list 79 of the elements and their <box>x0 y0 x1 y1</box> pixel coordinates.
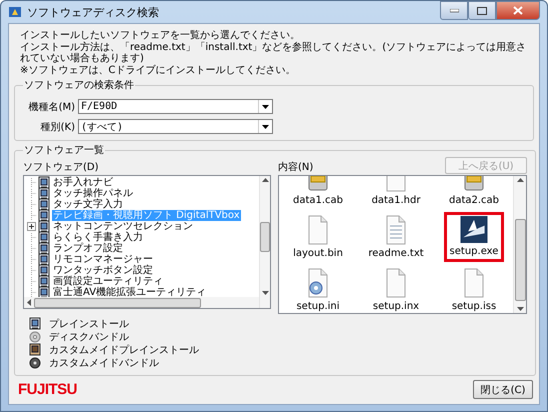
scroll-thumb[interactable] <box>260 222 270 252</box>
gear-file-icon <box>306 268 330 298</box>
legend-label: カスタムメイドバンドル <box>49 356 159 370</box>
field-label: 機種名(M) <box>28 100 75 114</box>
computer-icon <box>38 231 50 244</box>
close-button[interactable] <box>496 1 540 20</box>
highlighted-file[interactable]: setup.exe <box>444 212 504 262</box>
installer-icon <box>460 216 488 243</box>
scroll-down-icon[interactable] <box>262 289 268 297</box>
file-item[interactable]: data1.cab <box>290 176 346 209</box>
legend-label: プレインストール <box>49 318 129 330</box>
disc-icon <box>29 356 41 368</box>
scroll-up-icon[interactable] <box>262 176 268 184</box>
disc-icon <box>29 330 41 342</box>
file-icon <box>384 268 408 298</box>
dropdown-field[interactable]: F/E90D <box>78 99 273 114</box>
window-title: ソフトウェアディスク検索 <box>27 4 159 20</box>
computer-icon <box>29 343 41 356</box>
list-label: ソフトウェア(D) <box>23 161 99 174</box>
scroll-down-icon[interactable] <box>516 305 524 313</box>
tree-item[interactable]: タッチ操作パネル <box>52 188 134 199</box>
group-title: ソフトウェアの検索条件 <box>23 78 135 92</box>
scroll-thumb[interactable] <box>514 218 526 300</box>
tree-item[interactable]: 富士通AV機能拡張ユーティリティ <box>52 287 208 297</box>
instruction-text: インストール方法は、「readme.txt」「install.txt」などを参照してください。(ソフトウェアによっては用意されていない場合もあります) <box>20 42 528 64</box>
file-item[interactable]: setup.ini <box>293 265 343 313</box>
tree-item[interactable]: タッチ文字入力 <box>52 199 124 210</box>
caret-icon <box>262 104 269 108</box>
computer-icon <box>38 220 50 233</box>
maximize-button[interactable] <box>468 1 496 20</box>
list-label: 内容(N) <box>278 160 314 174</box>
minimize-icon <box>450 8 458 12</box>
legend-label: カスタムメイドプレインストール <box>49 344 199 356</box>
field-label: 種別(K) <box>40 120 75 134</box>
tree-item[interactable]: リモコンマネージャー <box>52 254 154 265</box>
computer-icon <box>38 275 50 288</box>
vertical-scrollbar[interactable] <box>513 176 526 313</box>
computer-icon <box>38 253 50 266</box>
file-item[interactable]: setup.inx <box>370 265 422 313</box>
computer-icon <box>38 209 50 222</box>
scroll-thumb[interactable] <box>34 298 201 308</box>
file-item[interactable]: layout.bin <box>290 212 346 262</box>
tree-item[interactable]: ワンタッチボタン設定 <box>52 265 154 276</box>
tree-item[interactable]: ネットコンテンツセレクション <box>52 221 194 232</box>
computer-icon <box>38 242 50 255</box>
instruction-text: ※ソフトウェアは、Cドライブにインストールしてください。 <box>20 64 296 76</box>
computer-icon <box>38 286 50 297</box>
computer-icon <box>38 264 50 277</box>
computer-icon <box>38 176 50 189</box>
scroll-up-icon[interactable] <box>516 176 524 184</box>
tree-item[interactable]: 画質設定ユーティリティ <box>52 276 164 287</box>
caret-icon <box>262 124 269 128</box>
tree-item[interactable]: お手入れナビ <box>52 177 114 188</box>
file-item[interactable]: setup.iss <box>448 265 500 313</box>
text-file-icon <box>384 215 408 245</box>
maximize-icon <box>477 6 487 14</box>
file-item[interactable]: data2.cab <box>446 176 502 209</box>
expand-icon[interactable] <box>27 222 36 231</box>
computer-icon <box>38 187 50 200</box>
tree-item[interactable]: ランプオフ設定 <box>52 243 124 254</box>
computer-icon <box>38 198 50 211</box>
brand-logo: FUJITSU <box>18 381 78 398</box>
group-title: ソフトウェア一覧 <box>23 144 105 157</box>
minimize-button[interactable] <box>440 1 468 20</box>
instruction-text: インストールしたいソフトウェアを一覧から選んでください。 <box>20 30 301 42</box>
tree-item[interactable]: らくらく手書き入力 <box>52 232 144 243</box>
scroll-left-icon[interactable] <box>26 299 32 306</box>
file-icon <box>306 215 330 245</box>
computer-icon <box>29 317 41 330</box>
file-item[interactable]: data1.hdr <box>368 176 424 209</box>
file-icon <box>462 268 486 298</box>
horizontal-scrollbar[interactable] <box>24 297 259 308</box>
file-item[interactable]: readme.txt <box>365 212 427 262</box>
close-dialog-button[interactable]: 閉じる(C) <box>473 380 533 399</box>
app-icon <box>8 5 22 19</box>
close-icon <box>513 6 523 15</box>
dropdown-field[interactable]: (すべて) <box>78 119 273 134</box>
legend-label: ディスクバンドル <box>49 330 129 344</box>
vertical-scrollbar[interactable] <box>259 176 270 297</box>
